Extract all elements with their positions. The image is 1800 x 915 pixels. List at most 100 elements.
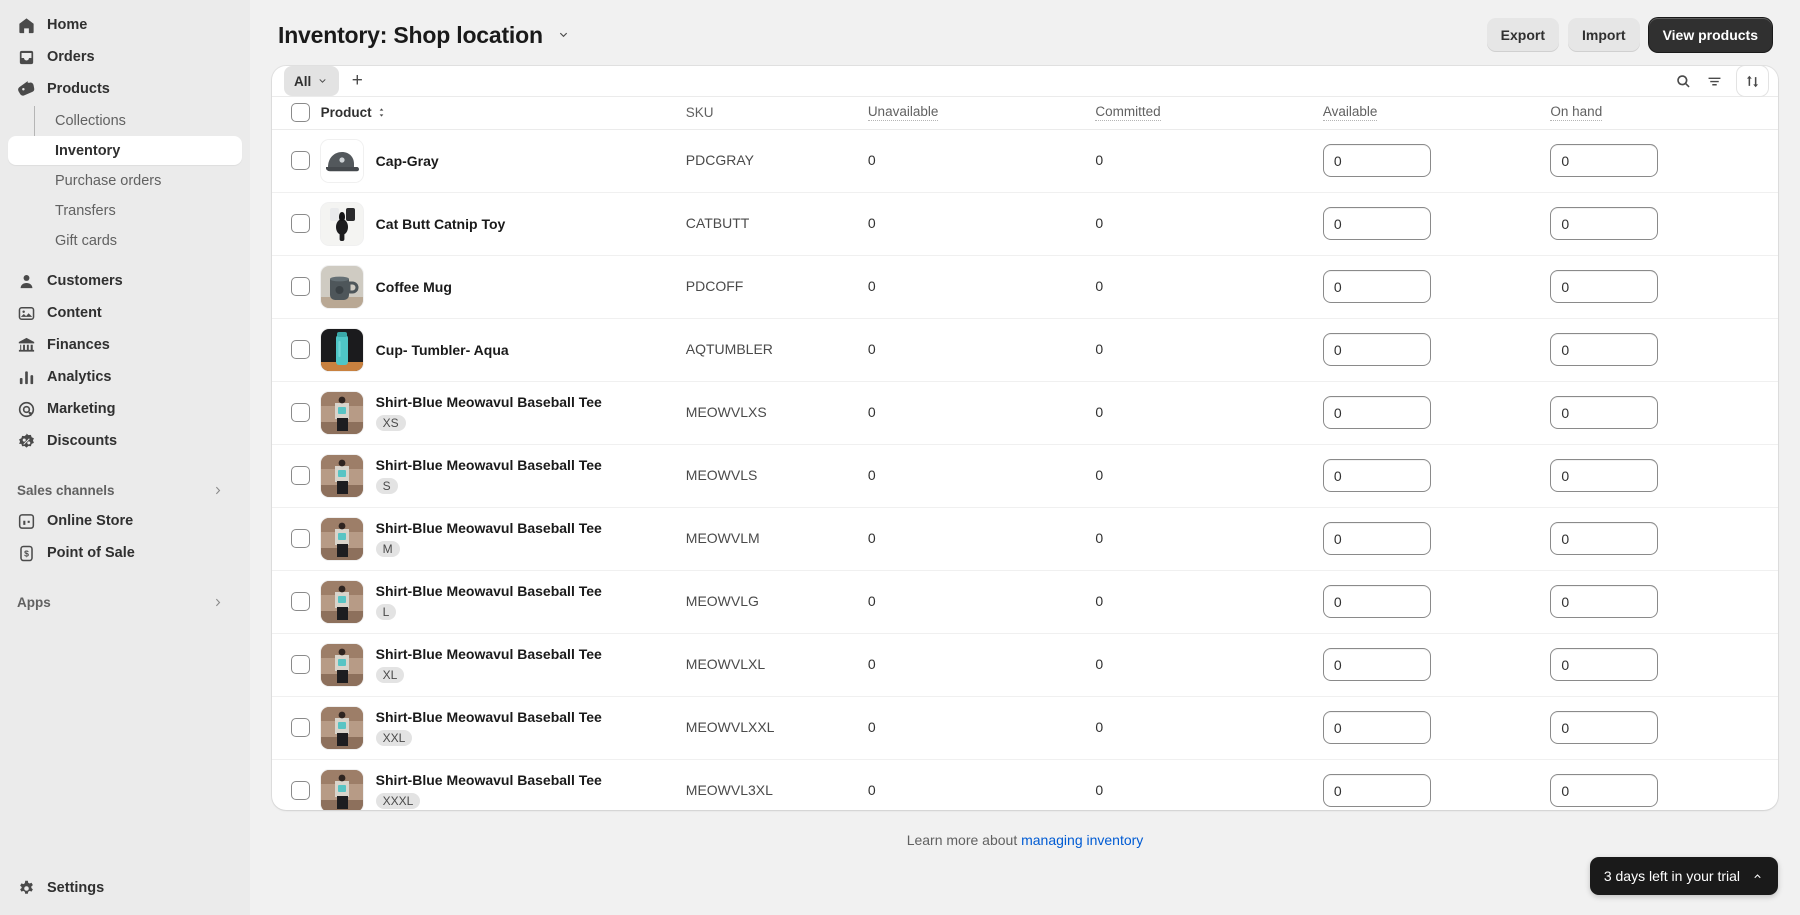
sidebar-item-orders[interactable]: Orders bbox=[8, 42, 242, 72]
managing-inventory-link[interactable]: managing inventory bbox=[1021, 832, 1143, 848]
row-checkbox[interactable] bbox=[291, 151, 310, 170]
on-hand-input[interactable] bbox=[1550, 648, 1659, 681]
sidebar-item-collections[interactable]: Collections bbox=[8, 106, 242, 135]
table-row[interactable]: Shirt-Blue Meowavul Baseball Tee XXL MEOWV… bbox=[272, 696, 1778, 760]
add-view-button[interactable]: + bbox=[342, 66, 372, 96]
committed-value: 0 bbox=[1095, 592, 1104, 609]
product-cell: Cap-Gray bbox=[320, 129, 686, 193]
table-row[interactable]: Shirt-Blue Meowavul Baseball Tee XL MEOWVL… bbox=[272, 633, 1778, 697]
table-row[interactable]: Shirt-Blue Meowavul Baseball Tee M MEOWVLM… bbox=[272, 507, 1778, 571]
available-input[interactable] bbox=[1322, 333, 1431, 366]
sidebar-item-customers[interactable]: Customers bbox=[8, 266, 242, 296]
sku-cell: MEOWVLM bbox=[685, 507, 868, 571]
row-checkbox[interactable] bbox=[291, 718, 310, 737]
view-products-button[interactable]: View products bbox=[1648, 18, 1772, 52]
on-hand-input[interactable] bbox=[1550, 333, 1659, 366]
committed-value: 0 bbox=[1095, 214, 1104, 231]
sidebar-item-transfers[interactable]: Transfers bbox=[8, 196, 242, 225]
available-input[interactable] bbox=[1322, 144, 1431, 177]
sidebar-item-home[interactable]: Home bbox=[8, 10, 242, 40]
available-input[interactable] bbox=[1322, 648, 1431, 681]
sidebar-section-apps[interactable]: Apps bbox=[8, 588, 242, 616]
product-thumbnail bbox=[320, 580, 363, 623]
committed-value: 0 bbox=[1095, 529, 1104, 546]
table-row[interactable]: Cup- Tumbler- Aqua AQTUMBLER 0 0 bbox=[272, 318, 1778, 382]
on-hand-input[interactable] bbox=[1550, 711, 1659, 744]
row-checkbox[interactable] bbox=[291, 781, 310, 801]
sidebar-item-discounts[interactable]: Discounts bbox=[8, 426, 242, 456]
on-hand-input[interactable] bbox=[1550, 522, 1659, 555]
on-hand-input[interactable] bbox=[1550, 144, 1659, 177]
sidebar-item-finances[interactable]: Finances bbox=[8, 330, 242, 360]
unavailable-cell: 0 bbox=[867, 255, 1096, 319]
on-hand-input[interactable] bbox=[1550, 459, 1659, 492]
sidebar-item-gift-cards[interactable]: Gift cards bbox=[8, 226, 242, 255]
row-checkbox[interactable] bbox=[291, 655, 310, 674]
location-picker-button[interactable] bbox=[551, 22, 577, 48]
table-row[interactable]: Shirt-Blue Meowavul Baseball Tee XXXL MEOW… bbox=[272, 759, 1778, 810]
available-input[interactable] bbox=[1322, 522, 1431, 555]
row-checkbox[interactable] bbox=[291, 529, 310, 548]
row-checkbox[interactable] bbox=[291, 592, 310, 611]
sidebar-item-purchase-orders[interactable]: Purchase orders bbox=[8, 166, 242, 195]
sku-cell: MEOWVLXS bbox=[685, 381, 868, 445]
on-hand-input[interactable] bbox=[1550, 396, 1659, 429]
committed-value: 0 bbox=[1095, 466, 1104, 483]
sort-icon[interactable] bbox=[1737, 66, 1768, 96]
row-checkbox[interactable] bbox=[291, 340, 310, 359]
sidebar-channels-nav: Online Store $ Point of Sale bbox=[0, 506, 250, 570]
row-checkbox[interactable] bbox=[291, 403, 310, 422]
on-hand-input[interactable] bbox=[1550, 207, 1659, 240]
available-input[interactable] bbox=[1322, 270, 1431, 303]
on-hand-input[interactable] bbox=[1550, 585, 1659, 618]
sidebar-item-analytics[interactable]: Analytics bbox=[8, 362, 242, 392]
available-input[interactable] bbox=[1322, 396, 1431, 429]
tab-all[interactable]: All bbox=[284, 66, 340, 96]
sidebar-item-content[interactable]: Content bbox=[8, 298, 242, 328]
column-label: Unavailable bbox=[867, 104, 939, 122]
table-row[interactable]: Shirt-Blue Meowavul Baseball Tee XS MEOWVL… bbox=[272, 381, 1778, 445]
sidebar-item-marketing[interactable]: Marketing bbox=[8, 394, 242, 424]
row-select-cell bbox=[272, 633, 321, 697]
on-hand-input[interactable] bbox=[1550, 774, 1659, 808]
available-input[interactable] bbox=[1322, 585, 1431, 618]
variant-badge: XXL bbox=[375, 730, 413, 746]
available-input[interactable] bbox=[1322, 774, 1431, 808]
trial-banner[interactable]: 3 days left in your trial bbox=[1589, 857, 1778, 895]
available-cell bbox=[1322, 570, 1551, 634]
on-hand-cell bbox=[1550, 759, 1778, 810]
available-cell bbox=[1322, 633, 1551, 697]
import-button[interactable]: Import bbox=[1568, 18, 1640, 52]
row-select-cell bbox=[272, 381, 321, 445]
select-all-checkbox[interactable] bbox=[291, 103, 310, 123]
unavailable-cell: 0 bbox=[868, 759, 1096, 810]
committed-cell: 0 bbox=[1095, 318, 1323, 382]
available-cell bbox=[1322, 696, 1551, 760]
sidebar-item-inventory[interactable]: Inventory bbox=[8, 136, 242, 165]
sidebar-item-online-store[interactable]: Online Store bbox=[8, 506, 242, 536]
filter-icon[interactable] bbox=[1699, 66, 1730, 96]
search-icon[interactable] bbox=[1668, 66, 1699, 96]
column-header-product[interactable]: Product bbox=[320, 97, 686, 129]
product-thumbnail bbox=[320, 328, 363, 371]
available-input[interactable] bbox=[1322, 207, 1431, 240]
on-hand-input[interactable] bbox=[1550, 270, 1659, 303]
available-input[interactable] bbox=[1322, 711, 1431, 744]
export-button[interactable]: Export bbox=[1486, 18, 1559, 52]
table-row[interactable]: Cat Butt Catnip Toy CATBUTT 0 0 bbox=[272, 192, 1778, 256]
table-row[interactable]: Shirt-Blue Meowavul Baseball Tee S MEOWVLS… bbox=[272, 444, 1778, 508]
sidebar-item-products[interactable]: Products bbox=[8, 74, 242, 104]
table-row[interactable]: Shirt-Blue Meowavul Baseball Tee L MEOWVLG… bbox=[272, 570, 1778, 634]
table-row[interactable]: Cap-Gray PDCGRAY 0 0 bbox=[272, 129, 1778, 193]
sidebar-item-settings[interactable]: Settings bbox=[8, 873, 242, 903]
variant-badge: S bbox=[375, 478, 398, 494]
available-input[interactable] bbox=[1322, 459, 1431, 492]
table-row[interactable]: Coffee Mug PDCOFF 0 0 bbox=[272, 255, 1778, 319]
sidebar-item-point-of-sale[interactable]: $ Point of Sale bbox=[8, 538, 242, 568]
table-toolbar: All + bbox=[272, 66, 1778, 97]
row-checkbox[interactable] bbox=[291, 277, 310, 296]
sidebar-section-sales-channels[interactable]: Sales channels bbox=[8, 476, 242, 504]
unavailable-value: 0 bbox=[867, 466, 876, 483]
row-checkbox[interactable] bbox=[291, 214, 310, 233]
row-checkbox[interactable] bbox=[291, 466, 310, 485]
